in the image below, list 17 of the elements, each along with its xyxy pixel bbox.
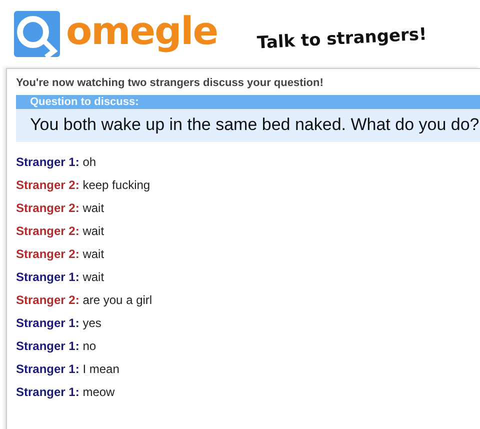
chat-message: Stranger 2: keep fucking: [16, 177, 152, 194]
chat-message: Stranger 2: wait: [16, 223, 106, 240]
chat-message: Stranger 1: wait: [16, 269, 106, 286]
logo-icon: [14, 11, 60, 57]
chat-message: Stranger 2: wait: [16, 246, 106, 263]
chat-message: Stranger 1: I mean: [16, 361, 120, 378]
question-text: You both wake up in the same bed naked. What do you do?: [16, 109, 480, 142]
chat-message: Stranger 1: oh: [16, 154, 98, 171]
chat-message: Stranger 1: yes: [16, 315, 102, 332]
tagline: Talk to strangers!: [257, 24, 428, 54]
question-heading: Question to discuss:: [16, 95, 480, 109]
chat-message: Stranger 1: meow: [16, 384, 116, 401]
chat-message: Stranger 1: no: [16, 338, 98, 355]
chat-message: Stranger 2: are you a girl: [16, 292, 154, 309]
status-message: You're now watching two strangers discuss your question!: [16, 77, 324, 89]
logo-text: omegle: [66, 12, 218, 50]
chat-message: Stranger 2: wait: [16, 200, 106, 217]
